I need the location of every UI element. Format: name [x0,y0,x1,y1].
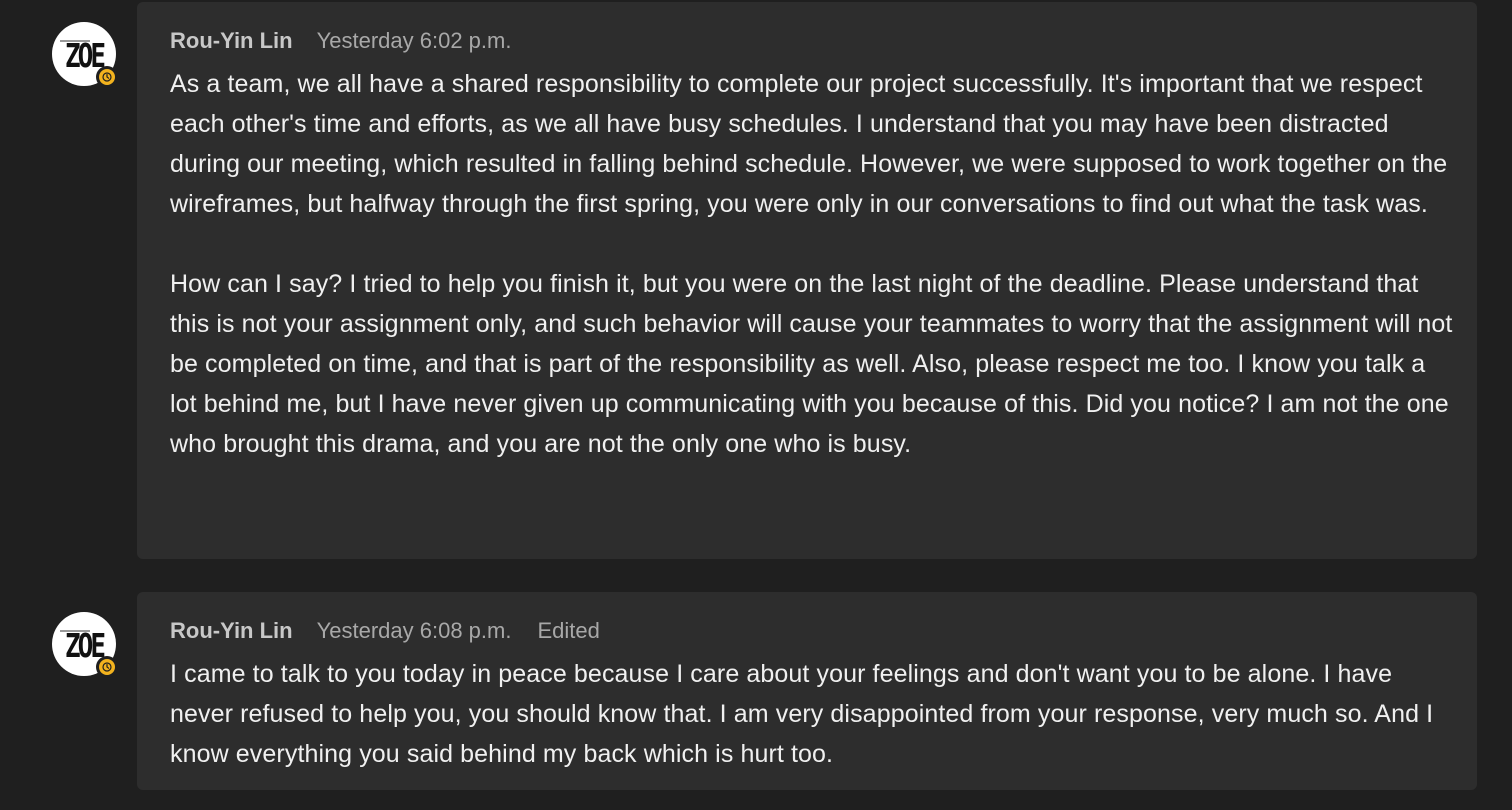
message-header: Rou-Yin Lin Yesterday 6:08 p.m. Edited [170,616,1457,646]
message-body: I came to talk to you today in peace bec… [170,654,1457,774]
timestamp: Yesterday 6:08 p.m. [316,618,512,643]
edited-label: Edited [537,618,600,643]
timestamp: Yesterday 6:02 p.m. [316,28,512,53]
message-paragraph: I came to talk to you today in peace bec… [170,660,1434,768]
clock-icon [99,659,115,675]
author-name[interactable]: Rou-Yin Lin [170,26,293,56]
status-badge [96,66,118,88]
message-header: Rou-Yin Lin Yesterday 6:02 p.m. [170,26,1457,56]
author-name[interactable]: Rou-Yin Lin [170,616,293,646]
message-paragraph: As a team, we all have a shared responsi… [170,70,1448,218]
status-badge [96,656,118,678]
message-body: As a team, we all have a shared responsi… [170,64,1457,464]
clock-icon [99,69,115,85]
message-bubble: Rou-Yin Lin Yesterday 6:08 p.m. Edited I… [137,592,1477,790]
avatar[interactable]: ZOE [52,612,118,678]
message-paragraph: How can I say? I tried to help you finis… [170,270,1453,458]
avatar[interactable]: ZOE [52,22,118,88]
chat-thread: ZOE Rou-Yin Lin Yesterday 6:02 p.m. As a… [0,0,1512,810]
message-bubble: Rou-Yin Lin Yesterday 6:02 p.m. As a tea… [137,2,1477,559]
